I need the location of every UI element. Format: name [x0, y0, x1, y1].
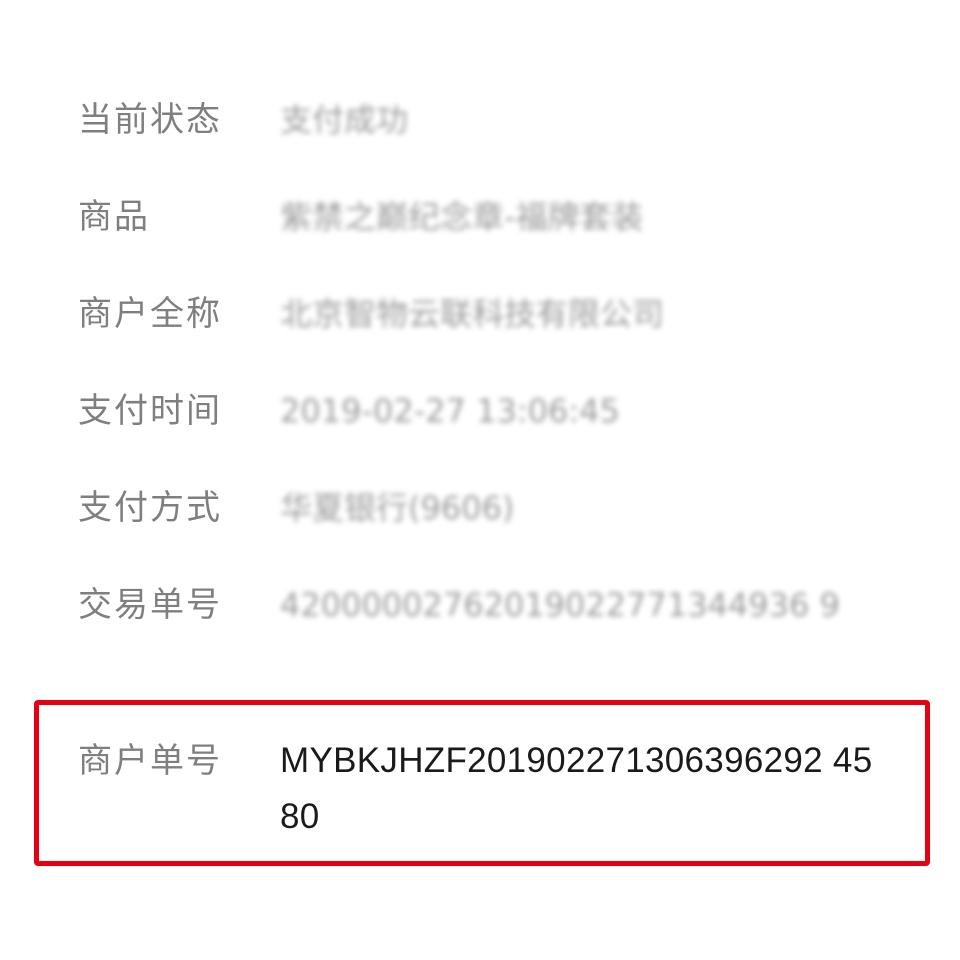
payment-time-label: 支付时间: [78, 391, 222, 431]
highlight-box: [34, 700, 930, 866]
merchant-name-label: 商户全称: [78, 294, 222, 334]
product-label: 商品: [78, 197, 150, 237]
payment-method-label: 支付方式: [78, 488, 222, 528]
payment-time-value: 2019-02-27 13:06:45: [280, 392, 620, 430]
transaction-id-label: 交易单号: [78, 585, 222, 625]
product-value: 紫禁之巅纪念章-福牌套装: [280, 198, 644, 236]
status-value: 支付成功: [280, 101, 409, 139]
transaction-id-value[interactable]: 42000002762019022771344936 9: [280, 577, 880, 633]
payment-method-value: 华夏银行(9606): [280, 489, 515, 527]
merchant-name-value: 北京智物云联科技有限公司: [280, 295, 665, 333]
status-label: 当前状态: [78, 100, 222, 140]
